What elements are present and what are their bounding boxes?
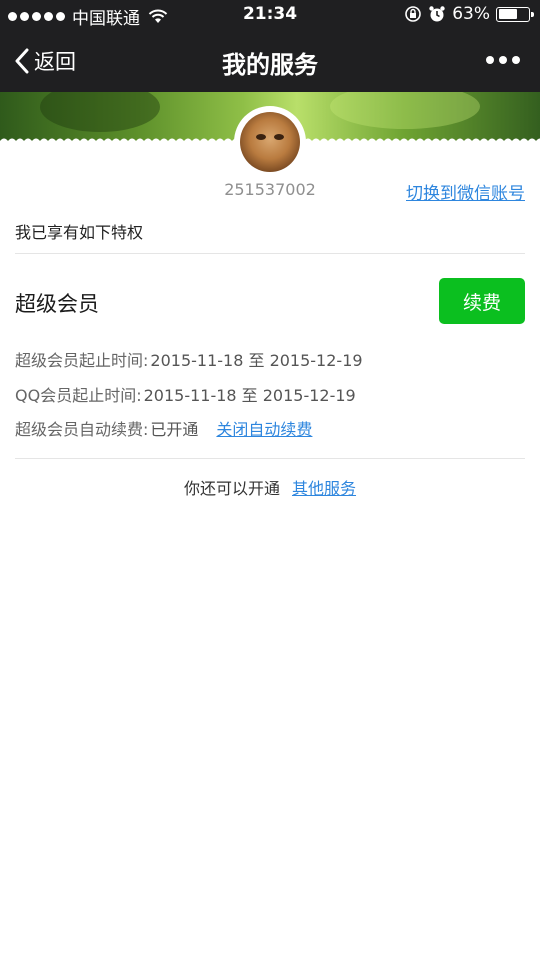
- divider: [15, 253, 525, 254]
- qq-period-row: QQ会员起止时间: 2015-11-18 至 2015-12-19: [15, 382, 356, 406]
- alarm-icon: [429, 6, 445, 22]
- status-bar: 中国联通 21:34 63%: [0, 0, 540, 30]
- vip-period-row: 超级会员起止时间: 2015-11-18 至 2015-12-19: [15, 347, 363, 371]
- other-services-link[interactable]: 其他服务: [292, 479, 356, 498]
- vip-period-value: 2015-11-18 至 2015-12-19: [150, 351, 363, 370]
- more-services-text: 你还可以开通: [183, 479, 280, 498]
- status-right: 63%: [404, 4, 534, 24]
- avatar-image: [240, 112, 300, 172]
- more-icon[interactable]: [486, 56, 520, 64]
- nav-bar: 返回 我的服务: [0, 30, 540, 92]
- auto-renew-row: 超级会员自动续费: 已开通 关闭自动续费: [15, 416, 312, 440]
- disable-auto-renew-link[interactable]: 关闭自动续费: [216, 420, 312, 439]
- vip-title: 超级会员: [15, 292, 99, 316]
- privilege-heading: 我已享有如下特权: [15, 223, 144, 242]
- auto-renew-status: 已开通: [150, 420, 199, 439]
- battery-fill: [498, 9, 517, 19]
- battery-icon: [496, 6, 534, 22]
- more-services-row: 你还可以开通 其他服务: [0, 475, 540, 499]
- rotation-lock-icon: [405, 6, 422, 22]
- vip-period-label: 超级会员起止时间:: [15, 351, 149, 370]
- avatar[interactable]: [234, 106, 306, 178]
- renew-button[interactable]: 续费: [439, 278, 525, 324]
- qq-period-value: 2015-11-18 至 2015-12-19: [143, 386, 356, 405]
- qq-period-label: QQ会员起止时间:: [15, 386, 142, 405]
- divider: [15, 458, 525, 459]
- auto-renew-label: 超级会员自动续费:: [15, 420, 149, 439]
- battery-percent: 63%: [452, 4, 490, 24]
- switch-wechat-account-link[interactable]: 切换到微信账号: [406, 179, 525, 204]
- page-title: 我的服务: [222, 51, 318, 79]
